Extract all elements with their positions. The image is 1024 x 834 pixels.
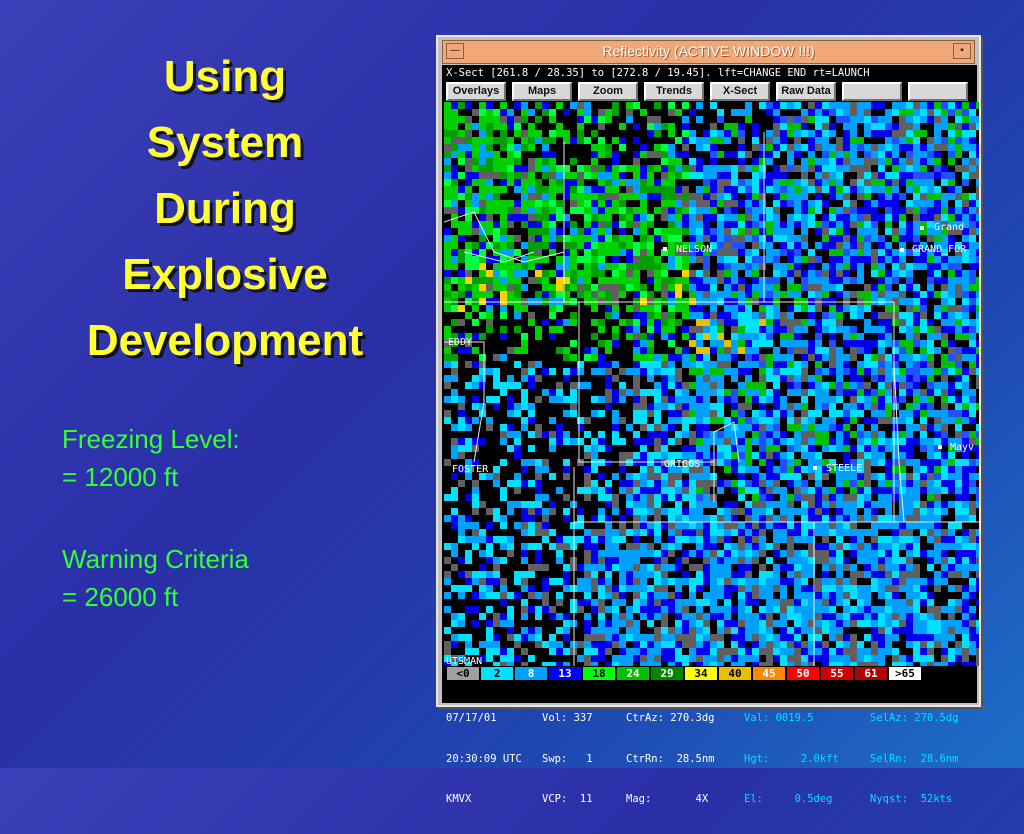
- readout-vcp: VCP: 11: [542, 793, 593, 805]
- readout-center: CtrAz: 270.3dg CtrRn: 28.5nm Mag: 4X: [626, 685, 715, 834]
- map-label-utsman: UTSMAN: [446, 656, 482, 666]
- readout-station: KMVX: [446, 793, 472, 805]
- radar-canvas[interactable]: NELSON Grand GRAND_FOR EDDY GRIGGS STEEL…: [444, 102, 979, 666]
- readout-val: Val: 0019.5: [744, 712, 814, 724]
- readout-hgt: Hgt: 2.0kft: [744, 752, 839, 765]
- blank-button-2[interactable]: [908, 82, 968, 101]
- title-line: Explosive: [122, 250, 328, 299]
- window-titlebar[interactable]: — Reflectivity (ACTIVE WINDOW !!!) ▪: [442, 40, 975, 64]
- raw-data-button[interactable]: Raw Data: [776, 82, 836, 101]
- scale-box: 45: [752, 666, 786, 681]
- readout-volume: Vol: 337 Swp: 1 VCP: 11: [542, 685, 593, 834]
- title-line: During: [154, 184, 296, 233]
- scale-box: 29: [650, 666, 684, 681]
- overlays-button[interactable]: Overlays: [446, 82, 506, 101]
- reflectivity-window: — Reflectivity (ACTIVE WINDOW !!!) ▪ X-S…: [436, 35, 981, 805]
- scale-box: <0: [446, 666, 480, 681]
- readout-mag: Mag: 4X: [626, 793, 709, 805]
- readout-time: 20:30:09 UTC: [446, 752, 522, 765]
- scale-box: 34: [684, 666, 718, 681]
- xsect-button[interactable]: X-Sect: [710, 82, 770, 101]
- blank-button-1[interactable]: [842, 82, 902, 101]
- freezing-level-label: Freezing Level:: [62, 424, 240, 454]
- readout-swp: Swp: 1: [542, 752, 593, 765]
- title-line: Using: [163, 52, 287, 101]
- title-line: System: [146, 118, 304, 167]
- slide-info: Freezing Level: = 12000 ft Warning Crite…: [62, 420, 249, 616]
- readout-selrn: SelRn: 28.6nm: [870, 752, 959, 765]
- toolbar: Overlays Maps Zoom Trends X-Sect Raw Dat…: [446, 82, 976, 102]
- readout-vol: Vol: 337: [542, 712, 593, 724]
- readout-selaz: SelAz: 270.5dg: [870, 712, 959, 724]
- readout-el: El: 0.5deg: [744, 793, 833, 805]
- slide-title: Using System During Explosive Developmen…: [30, 44, 420, 374]
- readout-selection: SelAz: 270.5dg SelRn: 28.6nm Nyqst: 52kt…: [870, 685, 959, 834]
- window-title: Reflectivity (ACTIVE WINDOW !!!): [602, 43, 815, 59]
- status-readout: 07/17/01 20:30:09 UTC KMVX Vol: 337 Swp:…: [446, 685, 976, 805]
- scale-box: 8: [514, 666, 548, 681]
- map-label-grand: Grand: [934, 222, 964, 233]
- xsect-status: X-Sect [261.8 / 28.35] to [272.8 / 19.45…: [446, 67, 870, 79]
- scale-box: 40: [718, 666, 752, 681]
- scale-box: 18: [582, 666, 616, 681]
- map-label-foster: FOSTER: [452, 464, 489, 475]
- radar-image[interactable]: NELSON Grand GRAND_FOR EDDY GRIGGS STEEL…: [444, 102, 979, 666]
- map-label-grand-for: GRAND_FOR: [912, 244, 967, 255]
- warning-criteria-value: = 26000 ft: [62, 582, 179, 612]
- readout-ctraz: CtrAz: 270.3dg: [626, 712, 715, 724]
- scale-box: 13: [548, 666, 582, 681]
- map-label-nelson: NELSON: [676, 244, 712, 255]
- scale-box: 2: [480, 666, 514, 681]
- readout-date-time: 07/17/01 20:30:09 UTC KMVX: [446, 685, 522, 834]
- readout-nyqst: Nyqst: 52kts: [870, 793, 953, 805]
- scale-box: >65: [888, 666, 922, 681]
- map-label-eddy: EDDY: [448, 337, 472, 348]
- map-label-griggs: GRIGGS: [664, 459, 700, 470]
- title-line: Development: [86, 316, 364, 365]
- map-label-mayv: Mayv: [950, 442, 974, 453]
- trends-button[interactable]: Trends: [644, 82, 704, 101]
- readout-ctrrn: CtrRn: 28.5nm: [626, 752, 715, 765]
- map-label-steele: STEELE: [826, 463, 862, 474]
- readout-value: Val: 0019.5 Hgt: 2.0kft El: 0.5deg: [744, 685, 839, 834]
- scale-box: 50: [786, 666, 820, 681]
- maps-button[interactable]: Maps: [512, 82, 572, 101]
- window-maximize-icon[interactable]: ▪: [953, 43, 971, 59]
- zoom-button[interactable]: Zoom: [578, 82, 638, 101]
- display-area: X-Sect [261.8 / 28.35] to [272.8 / 19.45…: [442, 65, 979, 805]
- scale-box: 55: [820, 666, 854, 681]
- scale-box: 24: [616, 666, 650, 681]
- freezing-level-value: = 12000 ft: [62, 462, 179, 492]
- reflectivity-scale: <0 2 8 13 18 24 29 34 40 45 50 55 61 >65: [446, 666, 976, 683]
- scale-box: 61: [854, 666, 888, 681]
- warning-criteria-label: Warning Criteria: [62, 544, 249, 574]
- readout-date: 07/17/01: [446, 712, 497, 724]
